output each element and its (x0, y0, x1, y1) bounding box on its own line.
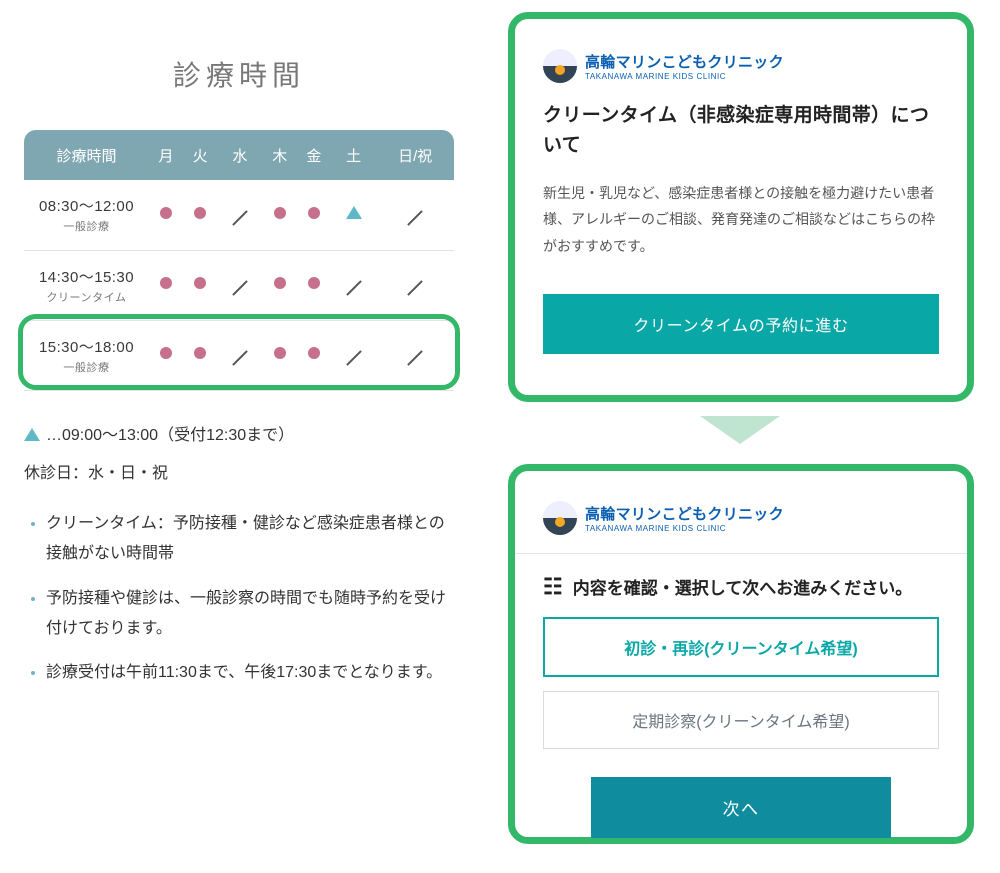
arrow-down-icon (700, 416, 780, 452)
next-button[interactable]: 次へ (591, 777, 891, 838)
triangle-icon (24, 428, 40, 441)
th-thu: 木 (263, 130, 297, 180)
penguin-icon (543, 49, 577, 83)
note-item: 診療受付は午前11:30まで、午後17:30までとなります。 (46, 658, 454, 688)
clinic-name: 高輪マリンこどもクリニック (585, 503, 784, 524)
availability-cell (183, 180, 217, 250)
availability-cell (331, 250, 376, 320)
schedule-title: 診療時間 (24, 54, 454, 94)
closed-days: 休診日：水・日・祝 (24, 459, 454, 483)
th-sat: 土 (331, 130, 376, 180)
slot-subtitle: 一般診療 (28, 359, 145, 375)
cleantime-description: 新生児・乳児など、感染症患者様との接触を極力避けたい患者様、アレルギーのご相談、… (543, 180, 939, 260)
availability-cell (149, 250, 183, 320)
availability-cell (376, 250, 454, 320)
th-wed: 水 (217, 130, 262, 180)
availability-cell (297, 180, 331, 250)
legend-triangle: …09:00～13:00（受付12:30まで） (24, 421, 454, 451)
availability-cell (183, 320, 217, 390)
availability-cell (183, 250, 217, 320)
instruction-row: ☷ 内容を確認・選択して次へお進みください。 (543, 574, 939, 599)
availability-cell (297, 320, 331, 390)
clinic-logo: 高輪マリンこどもクリニック TAKANAWA MARINE KIDS CLINI… (543, 49, 939, 83)
slot-subtitle: 一般診療 (28, 218, 145, 234)
th-tue: 火 (183, 130, 217, 180)
th-sun: 日/祝 (376, 130, 454, 180)
notes-list: クリーンタイム：予防接種・健診など感染症患者様との接触がない時間帯 予防接種や健… (24, 509, 454, 689)
schedule-panel: 診療時間 診療時間 月 火 水 木 金 土 日/祝 08:30～12:00 一般診… (24, 54, 454, 703)
availability-cell (217, 250, 262, 320)
penguin-icon (543, 501, 577, 535)
availability-cell (217, 320, 262, 390)
selection-card: 高輪マリンこどもクリニック TAKANAWA MARINE KIDS CLINI… (508, 464, 974, 844)
availability-cell (331, 180, 376, 250)
th-fri: 金 (297, 130, 331, 180)
th-mon: 月 (149, 130, 183, 180)
table-row: 08:30～12:00 一般診療 (24, 180, 454, 250)
availability-cell (331, 320, 376, 390)
schedule-table: 診療時間 月 火 水 木 金 土 日/祝 08:30～12:00 一般診療 14:3… (24, 130, 454, 391)
availability-cell (376, 180, 454, 250)
th-label: 診療時間 (24, 130, 149, 180)
availability-cell (149, 320, 183, 390)
clinic-logo: 高輪マリンこどもクリニック TAKANAWA MARINE KIDS CLINI… (543, 501, 939, 535)
instruction-text: 内容を確認・選択して次へお進みください。 (573, 574, 913, 599)
availability-cell (217, 180, 262, 250)
slot-time: 08:30～12:00 (28, 195, 145, 216)
availability-cell (263, 250, 297, 320)
schedule-table-wrap: 診療時間 月 火 水 木 金 土 日/祝 08:30～12:00 一般診療 14:3… (24, 130, 454, 391)
option-regular-checkup[interactable]: 定期診察(クリーンタイム希望) (543, 691, 939, 749)
proceed-cleantime-button[interactable]: クリーンタイムの予約に進む (543, 294, 939, 354)
table-row: 14:30～15:30 クリーンタイム (24, 250, 454, 320)
availability-cell (263, 320, 297, 390)
note-item: クリーンタイム：予防接種・健診など感染症患者様との接触がない時間帯 (46, 509, 454, 570)
option-first-visit[interactable]: 初診・再診(クリーンタイム希望) (543, 617, 939, 677)
note-item: 予防接種や健診は、一般診察の時間でも随時予約を受け付けております。 (46, 584, 454, 645)
cleantime-heading: クリーンタイム（非感染症専用時間帯）について (543, 101, 939, 162)
availability-cell (376, 320, 454, 390)
clinic-name-en: TAKANAWA MARINE KIDS CLINIC (585, 524, 784, 533)
table-row: 15:30～18:00 一般診療 (24, 320, 454, 390)
cleantime-info-card: 高輪マリンこどもクリニック TAKANAWA MARINE KIDS CLINI… (508, 12, 974, 402)
clinic-name-en: TAKANAWA MARINE KIDS CLINIC (585, 72, 784, 81)
slot-time: 14:30～15:30 (28, 266, 145, 287)
divider (515, 553, 967, 554)
list-icon: ☷ (543, 576, 563, 598)
availability-cell (149, 180, 183, 250)
clinic-name: 高輪マリンこどもクリニック (585, 51, 784, 72)
slot-time: 15:30～18:00 (28, 336, 145, 357)
availability-cell (263, 180, 297, 250)
slot-subtitle: クリーンタイム (28, 289, 145, 305)
availability-cell (297, 250, 331, 320)
